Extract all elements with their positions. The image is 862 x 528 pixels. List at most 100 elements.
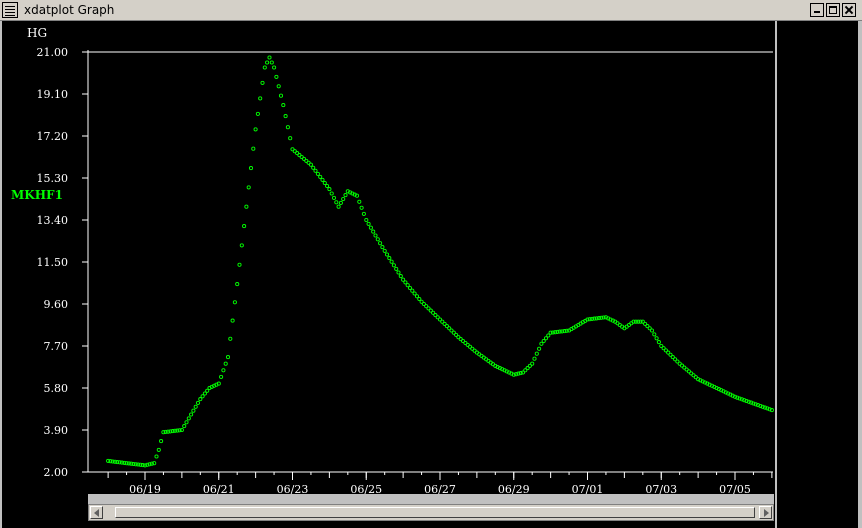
data-point (225, 355, 231, 360)
data-point (336, 204, 341, 209)
data-point (327, 187, 332, 192)
data-point (198, 397, 203, 402)
data-point (318, 174, 323, 179)
data-point (246, 185, 251, 190)
scroll-left-arrow-icon[interactable] (90, 506, 103, 519)
data-point (228, 336, 233, 341)
data-point (410, 288, 415, 293)
x-axis: 06/19 06/21 06/23 06/25 06/27 06/29 07/01 07/03… (107, 472, 773, 496)
data-point (242, 224, 247, 229)
data-point (373, 233, 378, 238)
data-point (361, 211, 366, 216)
data-point (232, 300, 237, 305)
data-point (384, 252, 390, 257)
data-point (230, 318, 235, 323)
data-point (382, 248, 387, 253)
data-point (205, 388, 210, 393)
y-tick-label: 5.80 (44, 382, 69, 395)
y-tick-label: 15.30 (37, 172, 69, 185)
data-point (546, 333, 551, 338)
data-point (184, 420, 189, 425)
data-point (219, 374, 224, 379)
data-point (357, 199, 362, 204)
y-tick-label: 2.00 (44, 466, 69, 479)
data-point (380, 245, 385, 250)
data-point (285, 125, 290, 130)
y-unit-label: HG (27, 26, 47, 40)
data-point (537, 346, 542, 351)
scroll-thumb[interactable] (115, 507, 755, 518)
data-point (223, 361, 228, 366)
data-point (532, 356, 537, 361)
data-point (389, 259, 394, 264)
data-point (398, 274, 403, 279)
data-point (315, 171, 320, 176)
data-point (186, 416, 191, 421)
data-point (375, 237, 380, 242)
scroll-track-strip (88, 494, 774, 504)
data-point (341, 196, 346, 202)
data-point (649, 328, 655, 333)
data-point (366, 221, 371, 226)
data-point (258, 96, 263, 101)
data-point (539, 341, 544, 346)
y-tick-label: 9.60 (44, 298, 69, 311)
data-point (281, 103, 286, 108)
y-tick-label: 11.50 (37, 256, 69, 269)
y-tick-label: 7.70 (44, 340, 69, 353)
data-point (368, 225, 373, 230)
data-point (195, 400, 201, 405)
plot-frame (87, 50, 773, 473)
y-tick-label: 3.90 (44, 424, 69, 437)
data-point (343, 193, 348, 198)
series-label: MKHF1 (11, 188, 63, 202)
data-point (378, 241, 383, 246)
data-point (156, 447, 161, 452)
data-point (274, 74, 279, 79)
scroll-right-arrow-icon[interactable] (759, 506, 772, 519)
data-point (235, 282, 240, 287)
data-point (359, 205, 364, 210)
data-point (387, 256, 392, 261)
y-tick-label: 17.20 (37, 130, 69, 143)
data-point (311, 165, 316, 170)
data-point (253, 127, 258, 132)
data-point (405, 283, 410, 288)
data-point (260, 80, 265, 85)
data-point (154, 454, 159, 459)
data-point (237, 262, 242, 267)
data-point (265, 60, 270, 65)
data-point (276, 84, 281, 89)
data-point (543, 336, 549, 341)
y-tick-label: 13.40 (37, 214, 69, 227)
data-point (396, 270, 401, 275)
y-tick-label: 19.10 (37, 88, 69, 101)
data-point (320, 177, 325, 182)
data-point (534, 351, 539, 356)
data-points (106, 55, 774, 468)
data-point (191, 408, 196, 413)
data-point (189, 412, 194, 417)
data-point (652, 332, 657, 337)
data-point (251, 146, 256, 151)
data-point (412, 291, 417, 296)
data-point (329, 191, 334, 196)
horizontal-scrollbar[interactable] (88, 504, 774, 521)
data-point (267, 55, 272, 60)
data-point (288, 136, 293, 141)
data-point (331, 195, 337, 200)
data-point (656, 340, 661, 345)
data-point (244, 204, 249, 209)
data-point (654, 336, 659, 341)
data-point (334, 200, 339, 205)
data-point (272, 65, 277, 70)
data-point (417, 296, 422, 302)
data-point (182, 424, 187, 429)
data-point (322, 180, 327, 186)
data-point (530, 361, 535, 366)
data-point (269, 60, 274, 65)
data-point (394, 266, 399, 271)
y-tick-label: 21.00 (37, 46, 69, 59)
data-point (325, 183, 330, 189)
graph-plot: HG MKHF1 21.00 19.10 17.20 15.30 13.40 11.50 9… (11, 26, 774, 496)
